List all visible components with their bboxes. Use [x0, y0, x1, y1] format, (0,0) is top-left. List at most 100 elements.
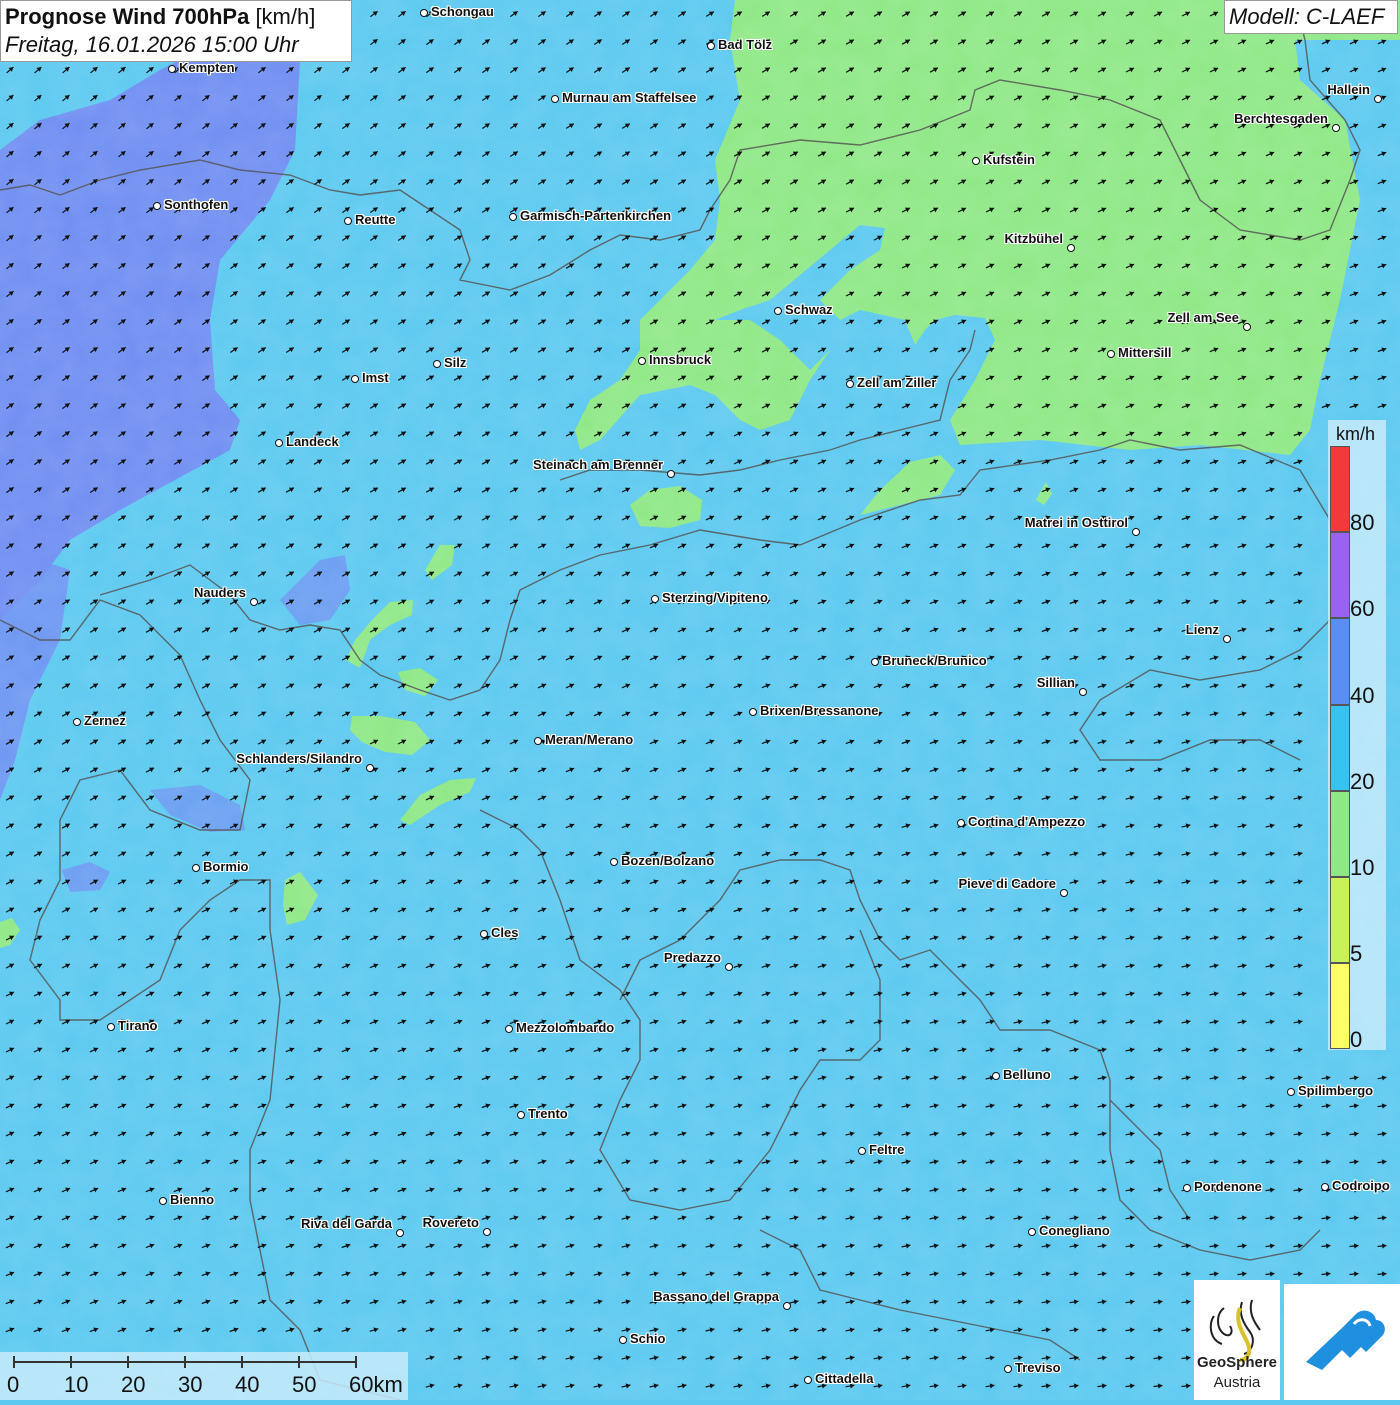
city-marker: [1321, 1183, 1329, 1191]
city-label: Kitzbühel: [1004, 231, 1064, 246]
city-marker: [972, 157, 980, 165]
map-title: Prognose Wind 700hPa [km/h]: [5, 4, 347, 30]
city-label: Rovereto: [422, 1215, 479, 1230]
legend-tick-label: 60: [1350, 596, 1375, 622]
city-marker: [610, 858, 618, 866]
city-marker: [707, 42, 715, 50]
city-label: Spilimbergo: [1298, 1083, 1374, 1098]
scale-label: 50: [292, 1372, 317, 1397]
city-marker: [1107, 350, 1115, 358]
city-marker: [153, 202, 161, 210]
city-marker: [396, 1229, 404, 1237]
city-marker: [1243, 323, 1251, 331]
city-marker: [1028, 1228, 1036, 1236]
scale-label: 0: [7, 1372, 20, 1397]
city-marker: [517, 1111, 525, 1119]
model-label: Modell: C-LAEF: [1224, 0, 1398, 34]
city-label: Riva del Garda: [300, 1216, 392, 1231]
city-label: Cles: [491, 925, 519, 940]
city-label: Cittadella: [815, 1371, 874, 1386]
city-marker: [1287, 1088, 1295, 1096]
city-marker: [1067, 244, 1075, 252]
city-marker: [483, 1228, 491, 1236]
legend-color-bin: [1330, 446, 1350, 533]
city-marker: [858, 1147, 866, 1155]
city-label: Schio: [630, 1331, 666, 1346]
legend-color-bin: [1330, 704, 1350, 791]
city-label: Reutte: [355, 212, 396, 227]
city-label: Bad Tölz: [718, 37, 773, 52]
scale-label: 30: [178, 1372, 203, 1397]
city-marker: [433, 360, 441, 368]
legend-tick-label: 0: [1350, 1027, 1363, 1053]
city-marker: [534, 737, 542, 745]
city-label: Conegliano: [1039, 1223, 1110, 1238]
legend-color-bin: [1330, 790, 1350, 877]
city-marker: [667, 470, 675, 478]
app-logo[interactable]: [1284, 1284, 1400, 1400]
city-label: Sterzing/Vipiteno: [662, 590, 768, 605]
city-label: Schlanders/Silandro: [236, 751, 362, 766]
city-marker: [509, 213, 517, 221]
city-marker: [638, 357, 646, 365]
city-label: Nauders: [193, 585, 246, 600]
city-marker: [192, 864, 200, 872]
map-title-box: Prognose Wind 700hPa [km/h] Freitag, 16.…: [0, 0, 352, 62]
city-label: Schwaz: [785, 302, 833, 317]
legend-tick-label: 20: [1350, 768, 1375, 794]
city-label: Bienno: [170, 1192, 215, 1207]
city-label: Innsbruck: [649, 352, 712, 367]
legend-color-bin: [1330, 963, 1350, 1050]
scale-label: 10: [64, 1372, 89, 1397]
city-label: Garmisch-Partenkirchen: [520, 208, 672, 223]
city-label: Codroipo: [1332, 1178, 1390, 1193]
city-label: Hallein: [1327, 82, 1370, 97]
city-marker: [619, 1336, 627, 1344]
city-marker: [480, 930, 488, 938]
city-marker: [73, 718, 81, 726]
city-label: Imst: [362, 370, 389, 385]
city-label: Steinach am Brenner: [532, 457, 663, 472]
city-label: Bruneck/Brunico: [882, 653, 987, 668]
city-marker: [783, 1302, 791, 1310]
scale-label: 40: [235, 1372, 260, 1397]
city-label: Lienz: [1185, 622, 1219, 637]
city-label: Bassano del Grappa: [653, 1289, 779, 1304]
geosphere-logo[interactable]: GeoSphere Austria: [1194, 1280, 1280, 1400]
city-marker: [1223, 635, 1231, 643]
legend-tick-label: 10: [1350, 855, 1375, 880]
geosphere-logo-name: GeoSphere: [1196, 1354, 1278, 1371]
city-marker: [1060, 889, 1068, 897]
city-label: Meran/Merano: [545, 732, 634, 747]
city-marker: [992, 1072, 1000, 1080]
scale-bar: [0, 1352, 408, 1400]
scale-bar-line: [13, 1356, 357, 1368]
legend-tick-label: 5: [1350, 941, 1363, 967]
city-marker: [107, 1023, 115, 1031]
city-marker: [420, 9, 428, 17]
city-marker: [351, 375, 359, 383]
city-marker: [725, 963, 733, 971]
city-label: Cortina d'Ampezzo: [968, 814, 1086, 829]
city-marker: [1374, 95, 1382, 103]
city-marker: [344, 217, 352, 225]
city-label: Zernez: [84, 713, 126, 728]
city-label: Kufstein: [983, 152, 1035, 167]
legend-tick-label: 40: [1350, 682, 1375, 708]
city-label: Landeck: [286, 434, 339, 449]
city-marker: [651, 595, 659, 603]
city-label: Predazzo: [663, 950, 721, 965]
legend-color-bin: [1330, 532, 1350, 619]
city-label: Silz: [444, 355, 467, 370]
city-marker: [551, 95, 559, 103]
map-subtitle: Freitag, 16.01.2026 15:00 Uhr: [5, 32, 299, 57]
city-label: Schongau: [431, 4, 494, 19]
legend-tick-label: 80: [1350, 510, 1375, 536]
scale-label: 20: [121, 1372, 146, 1397]
city-label: Murnau am Staffelsee: [562, 90, 697, 105]
city-marker: [871, 658, 879, 666]
city-label: Brixen/Bressanone: [760, 703, 879, 718]
city-marker: [957, 819, 965, 827]
city-marker: [1079, 688, 1087, 696]
city-label: Belluno: [1003, 1067, 1051, 1082]
